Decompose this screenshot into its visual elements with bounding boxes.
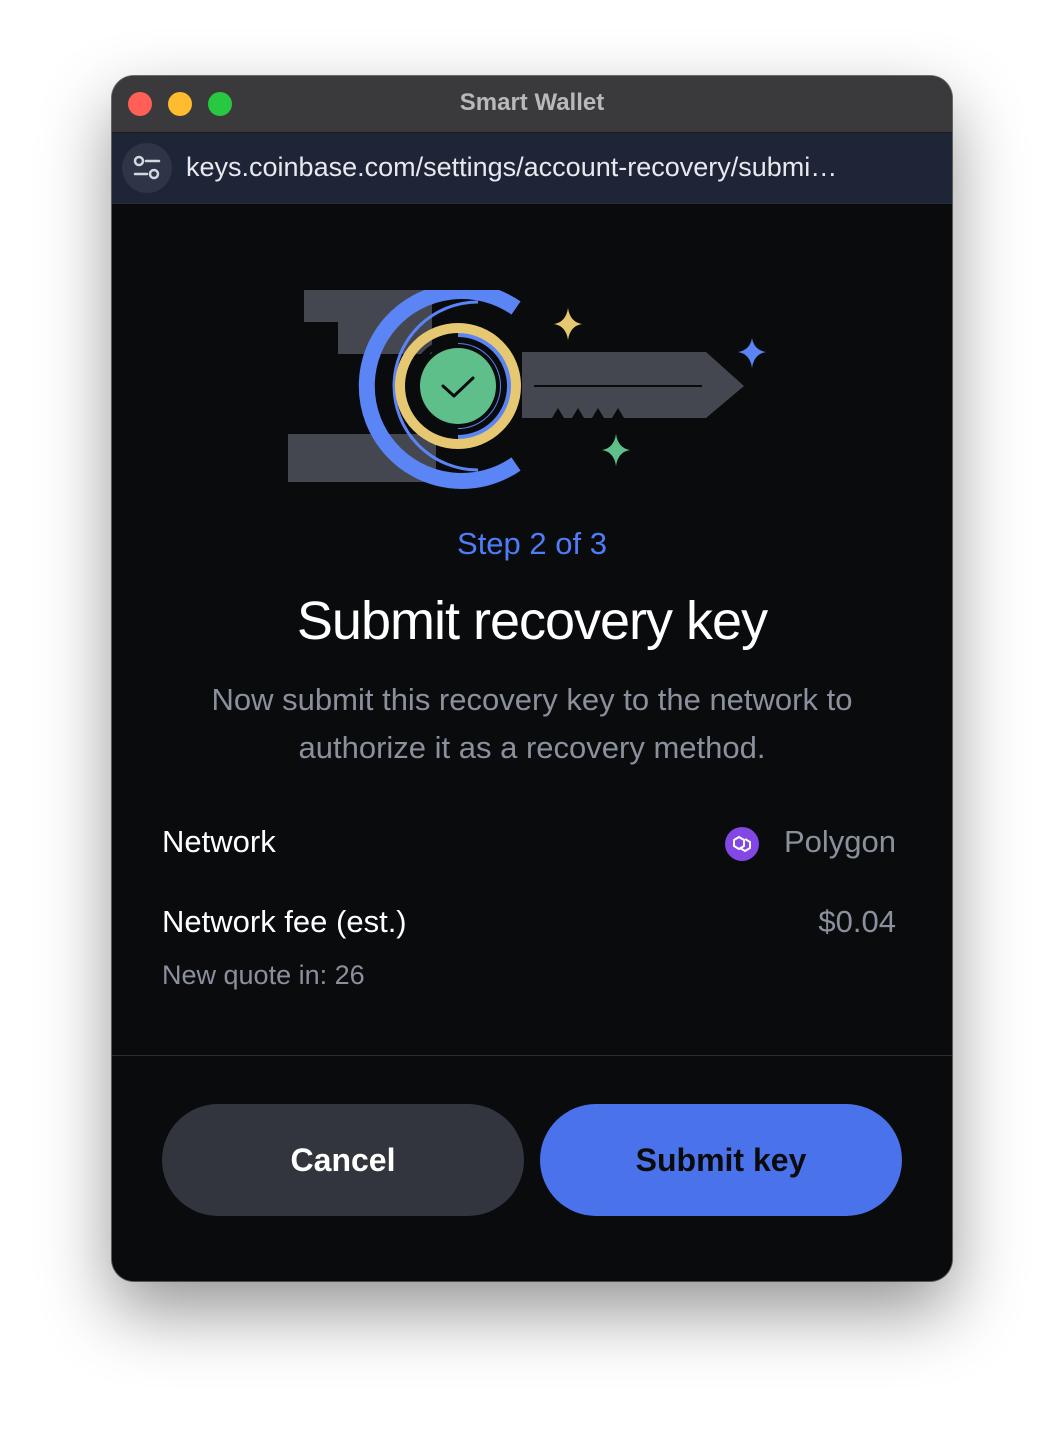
step-indicator: Step 2 of 3 [457,526,607,561]
network-label: Network [162,824,276,859]
quote-countdown: New quote in: 26 [162,960,365,990]
window-title: Smart Wallet [459,89,605,116]
page-content: Step 2 of 3 Submit recovery key Now subm… [112,203,952,1281]
url-bar: keys.coinbase.com/settings/account-recov… [112,133,952,203]
cancel-button[interactable]: Cancel [162,1104,524,1216]
site-settings-button[interactable] [122,143,172,193]
network-fee-value: $0.04 [818,904,896,939]
network-value: Polygon [783,824,896,859]
network-fee-label: Network fee (est.) [162,904,407,939]
submit-key-button[interactable]: Submit key [540,1104,902,1216]
page-description: Now submit this recovery key to the netw… [211,682,853,765]
divider [112,1055,952,1056]
sliders-icon [133,155,161,180]
url-text[interactable]: keys.coinbase.com/settings/account-recov… [186,133,908,203]
page-title: Submit recovery key [296,591,768,651]
app-window: Smart Wallet keys.coinbase.com/settings/… [112,76,952,1281]
recovery-key-illustration [288,290,766,489]
polygon-icon [725,827,759,861]
title-bar: Smart Wallet [112,76,952,133]
